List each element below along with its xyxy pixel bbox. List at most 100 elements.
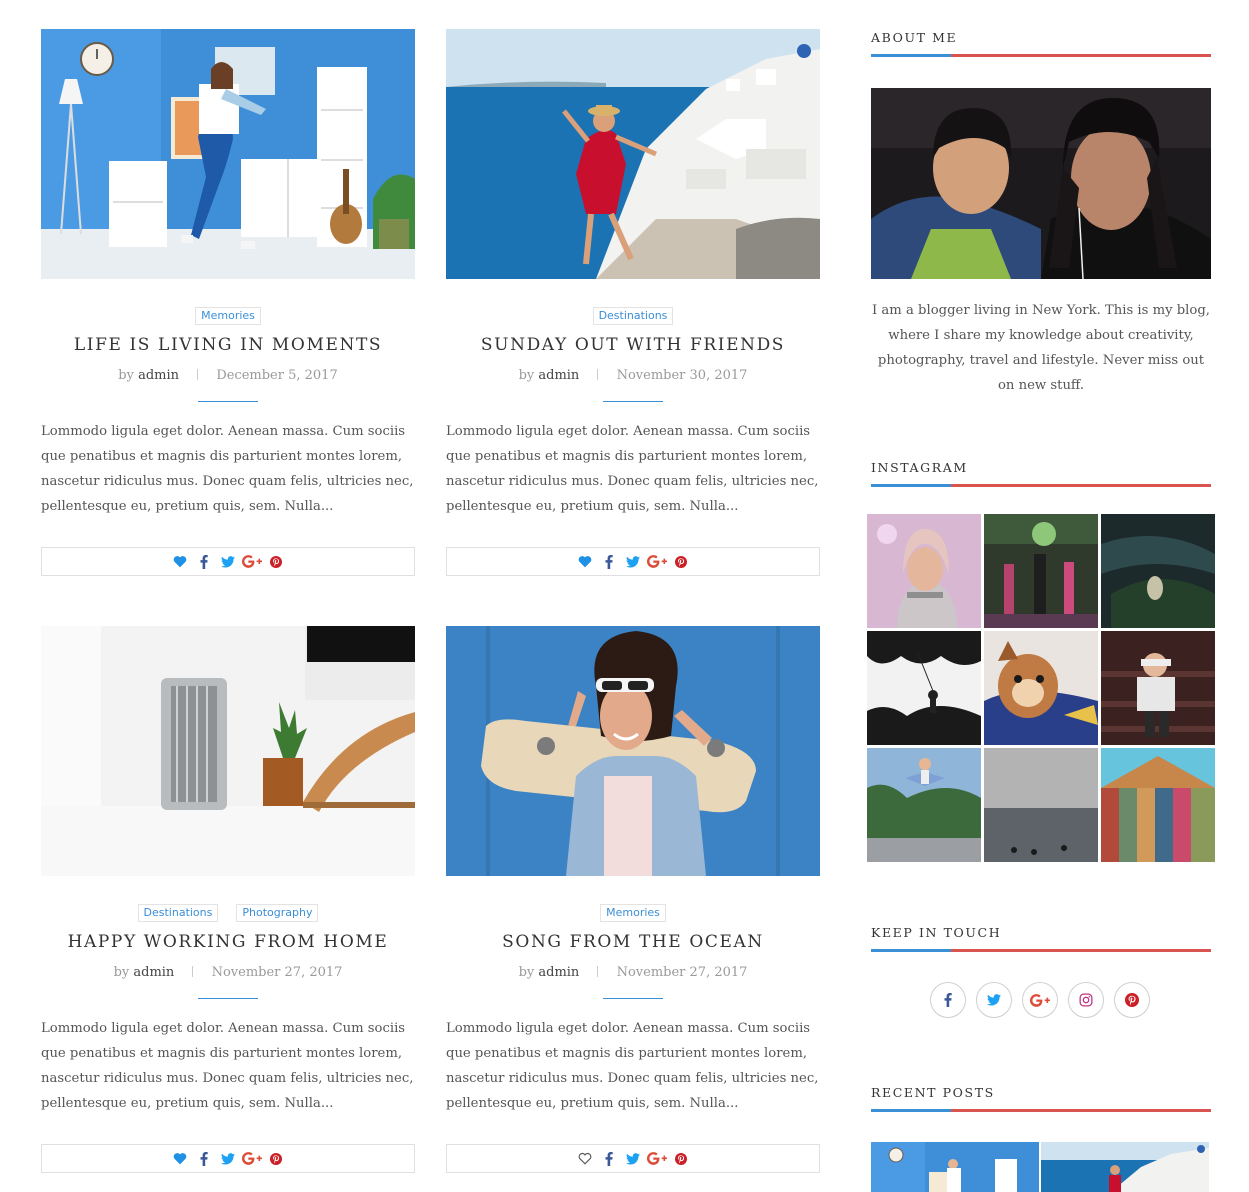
pinterest-icon[interactable] (1114, 982, 1150, 1018)
instagram-photo[interactable] (867, 748, 981, 862)
title-underline (198, 998, 258, 999)
post-title[interactable]: SONG FROM THE OCEAN (446, 932, 820, 952)
twitter-icon[interactable] (976, 982, 1012, 1018)
instagram-photo[interactable] (984, 631, 1098, 745)
post-excerpt: Lommodo ligula eget dolor. Aenean massa.… (41, 424, 414, 514)
social-links (930, 982, 1150, 1018)
heart-icon[interactable] (168, 1151, 192, 1167)
post-image-dancing-room (41, 29, 415, 279)
twitter-icon[interactable] (621, 1151, 645, 1167)
share-bar (41, 547, 415, 576)
by-label: by (518, 368, 535, 383)
post-date[interactable]: November 27, 2017 (617, 965, 748, 980)
post-title[interactable]: SUNDAY OUT WITH FRIENDS (446, 335, 820, 355)
heart-icon[interactable] (168, 554, 192, 570)
recent-posts-widget-title: RECENT POSTS (871, 1085, 995, 1100)
google-plus-icon[interactable] (645, 1151, 669, 1167)
instagram-photo[interactable] (1101, 748, 1215, 862)
post-thumbnail[interactable] (446, 29, 820, 279)
instagram-photo[interactable] (984, 514, 1098, 628)
instagram-widget-title: INSTAGRAM (871, 460, 968, 475)
google-plus-icon[interactable] (240, 554, 264, 570)
post-author[interactable]: admin (538, 368, 579, 383)
post-date[interactable]: December 5, 2017 (216, 368, 337, 383)
post-author[interactable]: admin (133, 965, 174, 980)
post-date[interactable]: November 27, 2017 (212, 965, 343, 980)
title-underline (198, 401, 258, 402)
recent-post-thumbnail[interactable] (871, 1142, 1039, 1192)
instagram-photo[interactable] (984, 748, 1098, 862)
post-categories: Destinations (446, 307, 820, 325)
google-plus-icon[interactable] (645, 554, 669, 570)
post-meta: by admin December 5, 2017 (41, 368, 415, 383)
instagram-icon[interactable] (1068, 982, 1104, 1018)
post-meta: by admin November 30, 2017 (446, 368, 820, 383)
widget-title-underline (871, 1109, 1211, 1112)
keep-in-touch-widget-title: KEEP IN TOUCH (871, 925, 1002, 940)
post-image-santorini (446, 29, 820, 279)
widget-title-underline (871, 949, 1211, 952)
facebook-icon[interactable] (597, 554, 621, 570)
title-underline (603, 401, 663, 402)
share-bar (41, 1144, 415, 1173)
pinterest-icon[interactable] (264, 554, 288, 570)
widget-title-underline (871, 54, 1211, 57)
facebook-icon[interactable] (597, 1151, 621, 1167)
post-excerpt: Lommodo ligula eget dolor. Aenean massa.… (41, 1021, 414, 1111)
pinterest-icon[interactable] (669, 554, 693, 570)
share-bar (446, 547, 820, 576)
instagram-photo[interactable] (867, 631, 981, 745)
heart-icon[interactable] (573, 554, 597, 570)
post-date[interactable]: November 30, 2017 (617, 368, 748, 383)
google-plus-icon[interactable] (1022, 982, 1058, 1018)
title-underline (603, 998, 663, 999)
post-categories: Destinations Photography (41, 904, 415, 922)
category-tag[interactable]: Memories (600, 904, 666, 922)
by-label: by (118, 368, 134, 383)
category-tag[interactable]: Destinations (592, 307, 674, 325)
category-tag[interactable]: Memories (195, 307, 261, 325)
about-widget-title: ABOUT ME (871, 30, 958, 45)
pinterest-icon[interactable] (669, 1151, 693, 1167)
twitter-icon[interactable] (621, 554, 645, 570)
post-author[interactable]: admin (538, 965, 579, 980)
recent-post-thumbnail[interactable] (1041, 1142, 1209, 1192)
post-meta: by admin November 27, 2017 (41, 965, 415, 980)
post-image-home-desk (41, 626, 415, 876)
post-thumbnail[interactable] (446, 626, 820, 876)
twitter-icon[interactable] (216, 1151, 240, 1167)
post-title[interactable]: LIFE IS LIVING IN MOMENTS (41, 335, 415, 355)
share-bar (446, 1144, 820, 1173)
facebook-icon[interactable] (192, 554, 216, 570)
post-thumbnail[interactable] (41, 29, 415, 279)
post-title[interactable]: HAPPY WORKING FROM HOME (41, 932, 415, 952)
pinterest-icon[interactable] (264, 1151, 288, 1167)
post-meta: by admin November 27, 2017 (446, 965, 820, 980)
meta-divider (192, 966, 194, 977)
instagram-photo[interactable] (1101, 514, 1215, 628)
instagram-grid (867, 514, 1215, 863)
post-thumbnail[interactable] (41, 626, 415, 876)
category-tag[interactable]: Photography (236, 904, 319, 922)
about-text: I am a blogger living in New York. This … (872, 303, 1210, 393)
widget-title-underline (871, 484, 1211, 487)
facebook-icon[interactable] (192, 1151, 216, 1167)
twitter-icon[interactable] (216, 554, 240, 570)
meta-divider (197, 369, 199, 380)
post-image-skateboard-girl (446, 626, 820, 876)
meta-divider (597, 369, 599, 380)
by-label: by (113, 965, 130, 980)
post-categories: Memories (446, 904, 820, 922)
google-plus-icon[interactable] (240, 1151, 264, 1167)
category-tag[interactable]: Destinations (137, 904, 219, 922)
instagram-photo[interactable] (867, 514, 981, 628)
post-excerpt: Lommodo ligula eget dolor. Aenean massa.… (446, 1021, 819, 1111)
by-label: by (518, 965, 535, 980)
meta-divider (597, 966, 599, 977)
post-author[interactable]: admin (138, 368, 179, 383)
facebook-icon[interactable] (930, 982, 966, 1018)
about-photo (871, 88, 1211, 279)
heart-outline-icon[interactable] (573, 1151, 597, 1167)
instagram-photo[interactable] (1101, 631, 1215, 745)
post-categories: Memories (41, 307, 415, 325)
